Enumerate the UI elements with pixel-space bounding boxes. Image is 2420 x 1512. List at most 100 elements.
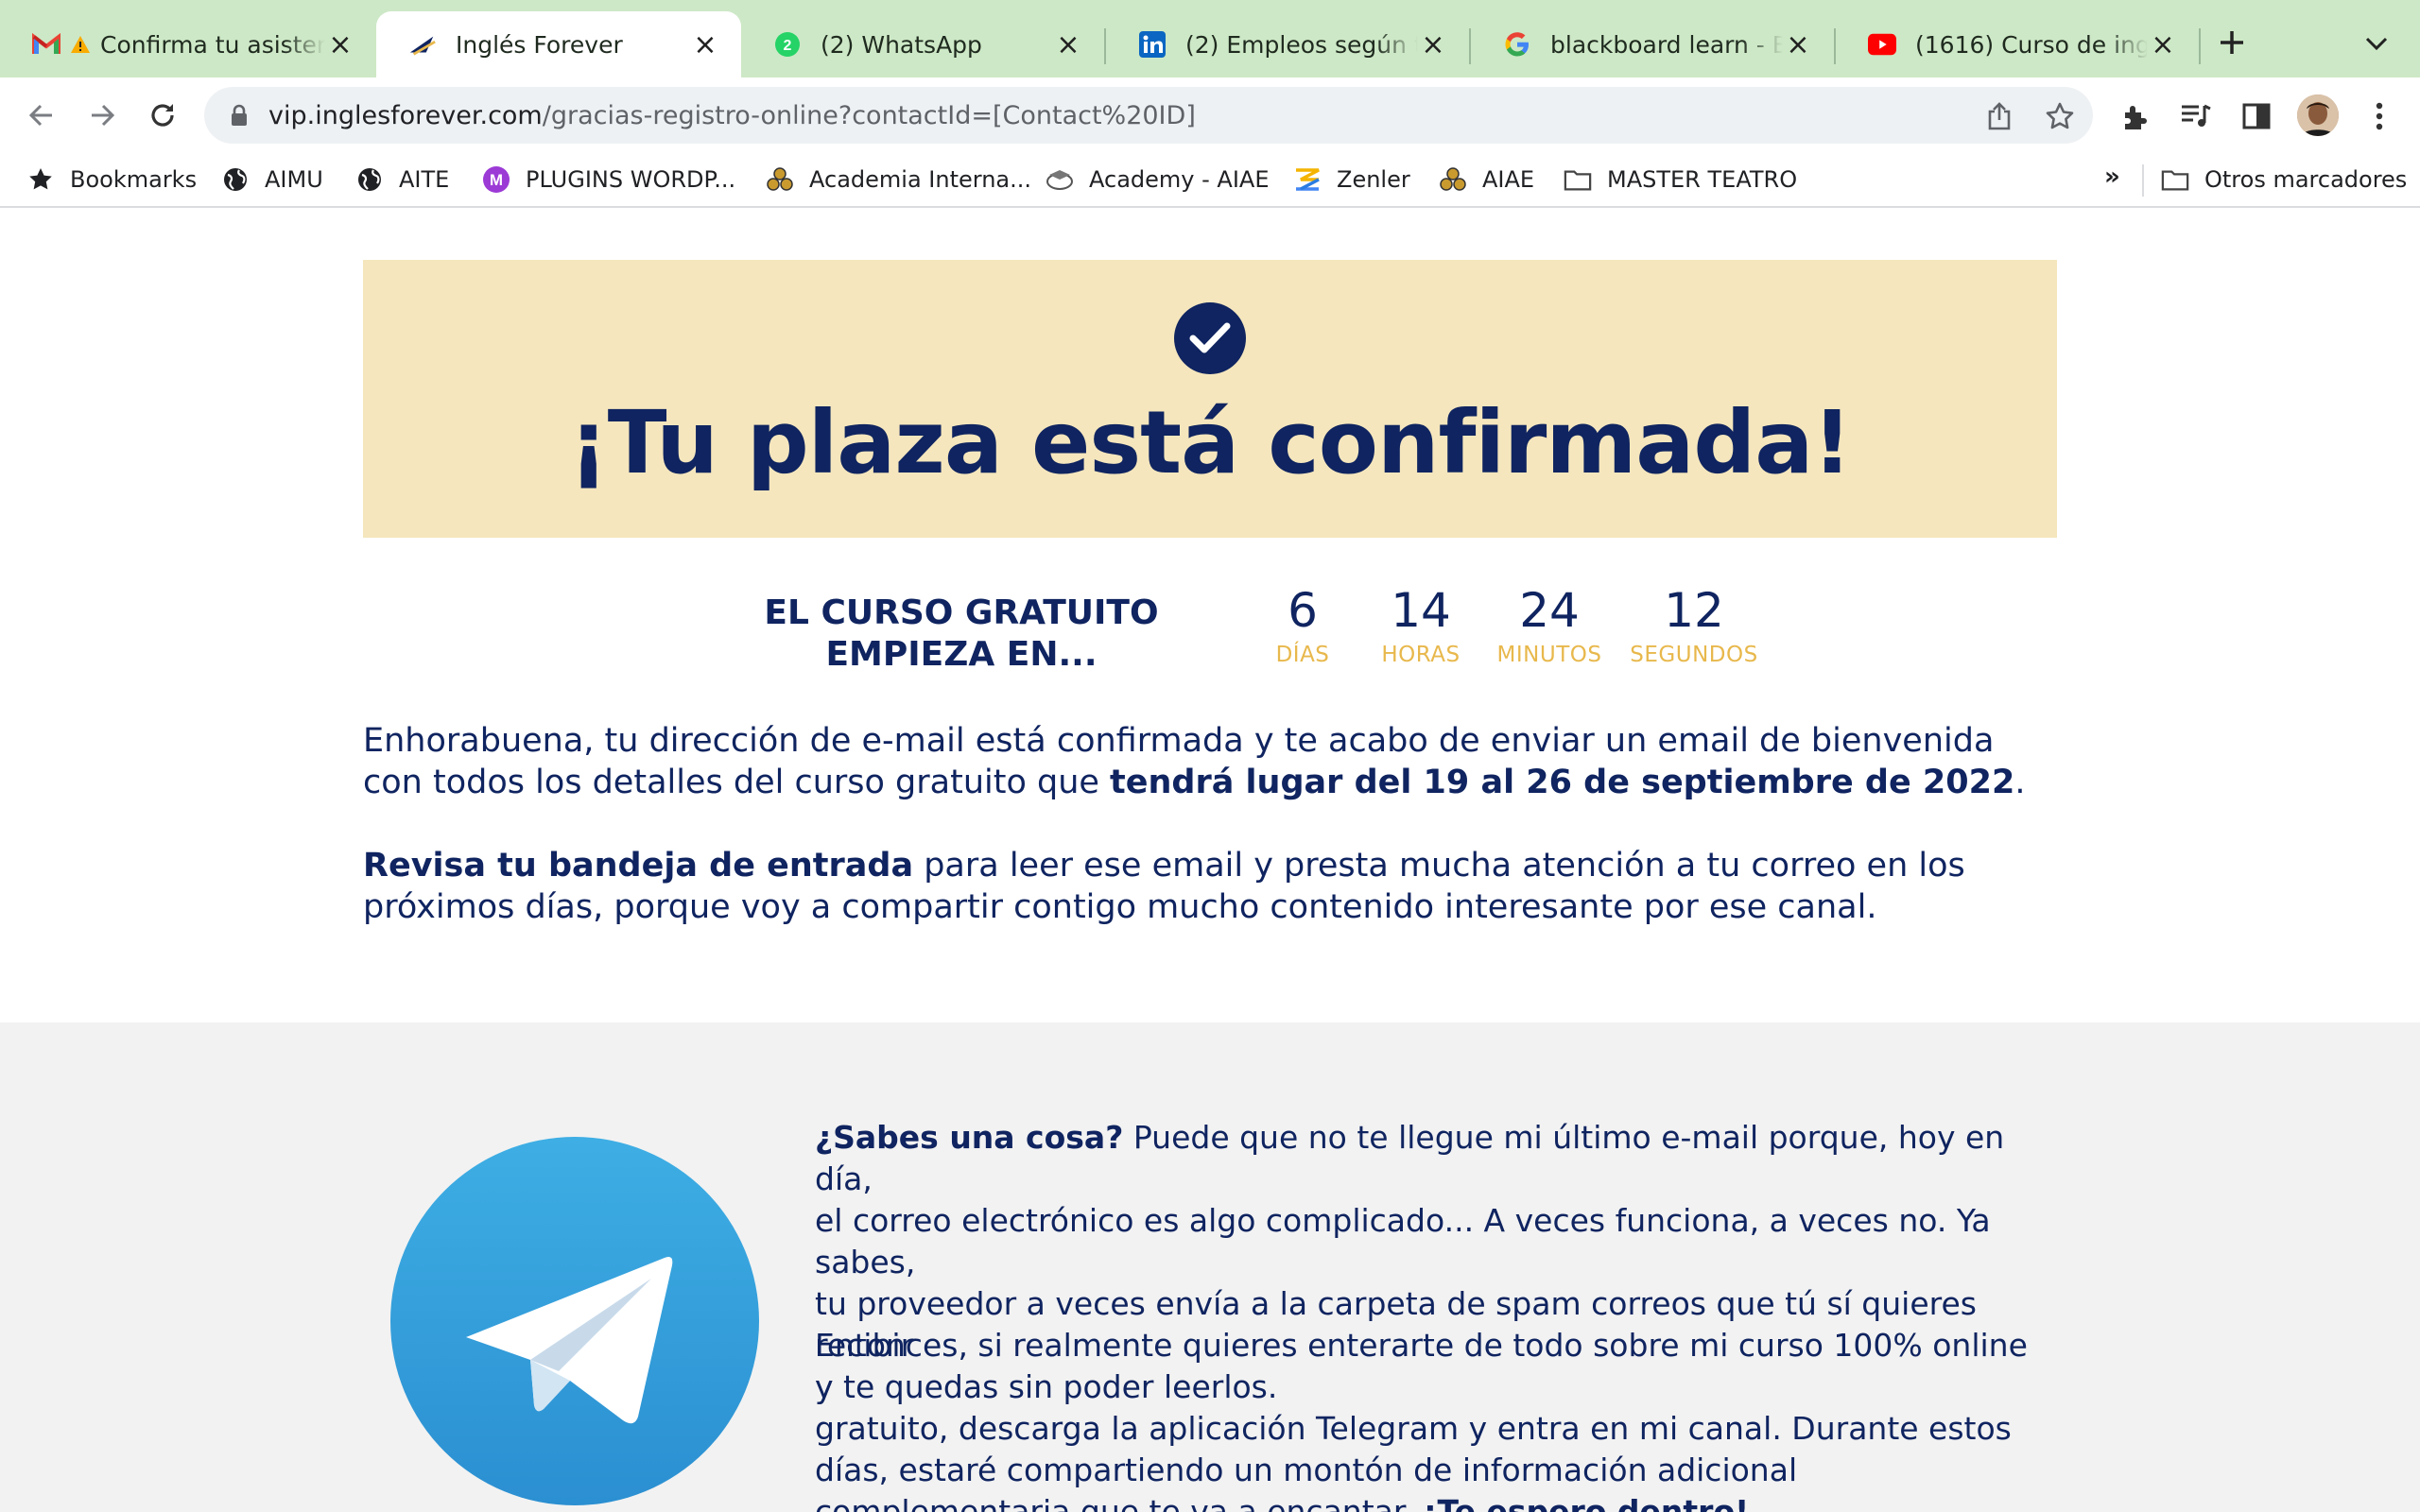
m-logo-icon: M bbox=[482, 165, 510, 194]
te-espero-callout: ¡Te espero dentro! bbox=[1423, 1493, 1750, 1512]
inbox-paragraph: Revisa tu bandeja de entrada para leer e… bbox=[363, 845, 2065, 928]
new-tab-button[interactable] bbox=[2212, 23, 2252, 62]
lock-icon[interactable] bbox=[225, 101, 253, 129]
address-bar[interactable]: vip.inglesforever.com/gracias-registro-o… bbox=[204, 87, 2093, 144]
tab-linkedin[interactable]: (2) Empleos según tu perfil × bbox=[1106, 11, 1469, 77]
bookmark-bookmarks[interactable]: Bookmarks bbox=[26, 161, 197, 198]
text-span: con todos los detalles del curso gratuit… bbox=[363, 764, 1111, 801]
aiae-logo-icon bbox=[1439, 165, 1467, 194]
other-bookmarks-folder[interactable]: Otros marcadores bbox=[2161, 161, 2407, 198]
text-line: con todos los detalles del curso gratuit… bbox=[363, 762, 2065, 803]
countdown-label-line2: EMPIEZA EN... bbox=[825, 635, 1098, 674]
close-tab-icon[interactable]: × bbox=[1053, 28, 1083, 61]
countdown-value: 14 bbox=[1391, 583, 1451, 638]
bookmark-academy-aiae[interactable]: Academy - AIAE bbox=[1046, 161, 1269, 198]
share-icon[interactable] bbox=[1983, 100, 2015, 132]
bookmark-label: Bookmarks bbox=[70, 166, 198, 193]
text-span: complementaria que te va a encantar. bbox=[815, 1493, 1424, 1512]
close-tab-icon[interactable]: × bbox=[2148, 28, 2178, 61]
more-options-icon[interactable] bbox=[2361, 98, 2397, 134]
course-dates: tendrá lugar del 19 al 26 de septiembre … bbox=[1110, 764, 2015, 801]
star-icon bbox=[26, 165, 55, 194]
url-host: vip.inglesforever.com bbox=[268, 100, 543, 130]
bookmark-label: Otros marcadores bbox=[2204, 166, 2408, 193]
bookmark-label: Academia Interna... bbox=[809, 166, 1031, 193]
bookmark-aiae[interactable]: AIAE bbox=[1439, 161, 1534, 198]
countdown-label-line1: EL CURSO GRATUITO bbox=[764, 593, 1159, 632]
countdown-label: EL CURSO GRATUITO EMPIEZA EN... bbox=[747, 593, 1176, 676]
extensions-icon[interactable] bbox=[2118, 98, 2153, 134]
bookmark-academia-internacional[interactable]: Academia Interna... bbox=[766, 161, 1031, 198]
checkmark-icon bbox=[1174, 302, 1246, 374]
countdown-value: 12 bbox=[1664, 583, 1724, 638]
tab-title: Confirma tu asistencia bbox=[100, 30, 325, 59]
bookmark-label: MASTER TEATRO bbox=[1607, 166, 1798, 193]
bookmarks-bar: Bookmarks AIMU AITE M PLUGINS WORDP... A… bbox=[0, 153, 2420, 208]
bookmark-zenler[interactable]: Zenler bbox=[1293, 161, 1410, 198]
text-line: ¿Sabes una cosa? Puede que no te llegue … bbox=[815, 1117, 2044, 1200]
bookmark-label: Academy - AIAE bbox=[1089, 166, 1270, 193]
profile-avatar[interactable] bbox=[2297, 94, 2339, 136]
url-path: /gracias-registro-online?contactId=[Cont… bbox=[542, 100, 1196, 130]
confirmation-paragraph: Enhorabuena, tu dirección de e-mail está… bbox=[363, 720, 2065, 803]
sabes-callout: ¿Sabes una cosa? bbox=[815, 1119, 1124, 1156]
tab-separator bbox=[2199, 28, 2201, 64]
text-line: Revisa tu bandeja de entrada para leer e… bbox=[363, 845, 2065, 886]
side-panel-icon[interactable] bbox=[2238, 98, 2274, 134]
countdown-unit-label: DÍAS bbox=[1275, 643, 1330, 667]
telegram-paragraph-2: Entonces, si realmente quieres enterarte… bbox=[815, 1325, 2044, 1512]
tab-youtube[interactable]: (1616) Curso de ingles × bbox=[1836, 11, 2199, 77]
globe-icon bbox=[221, 165, 250, 194]
close-tab-icon[interactable]: × bbox=[1418, 28, 1448, 61]
warning-icon bbox=[70, 30, 91, 59]
reload-icon bbox=[151, 104, 174, 127]
tab-title: Inglés Forever bbox=[456, 30, 623, 59]
text-line: próximos días, porque voy a compartir co… bbox=[363, 888, 1877, 926]
bookmark-plugins-wordpress[interactable]: M PLUGINS WORDP... bbox=[482, 161, 735, 198]
tab-gmail[interactable]: Confirma tu asistencia × bbox=[0, 11, 376, 77]
close-tab-icon[interactable]: × bbox=[325, 28, 355, 61]
tab-ingles-forever[interactable]: Inglés Forever × bbox=[376, 11, 741, 77]
reload-button[interactable] bbox=[140, 93, 185, 138]
tab-whatsapp[interactable]: 2 (2) WhatsApp × bbox=[741, 11, 1104, 77]
academy-icon bbox=[1046, 165, 1074, 194]
plus-icon bbox=[2221, 31, 2243, 54]
inbox-callout: Revisa tu bandeja de entrada bbox=[363, 847, 914, 885]
text-line: Enhorabuena, tu dirección de e-mail está… bbox=[363, 722, 1995, 760]
tab-google[interactable]: blackboard learn - Buscar × bbox=[1471, 11, 1834, 77]
bookmark-master-teatro[interactable]: MASTER TEATRO bbox=[1564, 161, 1797, 198]
countdown-hours: 14 HORAS bbox=[1369, 580, 1473, 669]
text-line: Entonces, si realmente quieres enterarte… bbox=[815, 1327, 2028, 1405]
svg-text:M: M bbox=[490, 171, 503, 189]
back-button[interactable] bbox=[19, 93, 64, 138]
countdown-unit-label: MINUTOS bbox=[1496, 643, 1602, 667]
text-span: para leer ese email y presta mucha atenc… bbox=[913, 847, 1965, 885]
more-bookmarks-button[interactable]: » bbox=[2104, 163, 2120, 191]
countdown-value: 24 bbox=[1519, 583, 1580, 638]
arrow-right-icon bbox=[92, 104, 115, 127]
text-line: complementaria que te va a encantar. ¡Te… bbox=[815, 1491, 2044, 1512]
close-tab-icon[interactable]: × bbox=[690, 28, 720, 61]
folder-icon bbox=[1564, 165, 1592, 194]
bookmark-star-icon[interactable] bbox=[2044, 100, 2076, 132]
bookmark-label: AIAE bbox=[1482, 166, 1535, 193]
bookmark-aimu[interactable]: AIMU bbox=[221, 161, 323, 198]
page-title: ¡Tu plaza está confirmada! bbox=[568, 392, 1853, 493]
bookmark-label: AITE bbox=[399, 166, 450, 193]
text-line: días, estaré compartiendo un montón de i… bbox=[815, 1452, 1798, 1488]
telegram-logo-icon[interactable] bbox=[390, 1137, 759, 1505]
tab-strip: Confirma tu asistencia × Inglés Forever … bbox=[0, 0, 2420, 77]
bookmark-label: PLUGINS WORDP... bbox=[526, 166, 736, 193]
forward-button[interactable] bbox=[79, 93, 125, 138]
tab-title: (1616) Curso de ingles bbox=[1915, 30, 2148, 59]
browser-toolbar: vip.inglesforever.com/gracias-registro-o… bbox=[0, 77, 2420, 153]
aiae-logo-icon bbox=[766, 165, 794, 194]
chevron-down-icon bbox=[2365, 37, 2388, 50]
close-tab-icon[interactable]: × bbox=[1783, 28, 1813, 61]
media-control-icon[interactable] bbox=[2178, 98, 2214, 134]
whatsapp-badge: 2 bbox=[784, 38, 792, 54]
gmail-icon bbox=[32, 30, 60, 59]
tab-search-button[interactable] bbox=[2358, 25, 2395, 62]
tab-title: (2) WhatsApp bbox=[821, 30, 982, 59]
bookmark-aite[interactable]: AITE bbox=[355, 161, 449, 198]
